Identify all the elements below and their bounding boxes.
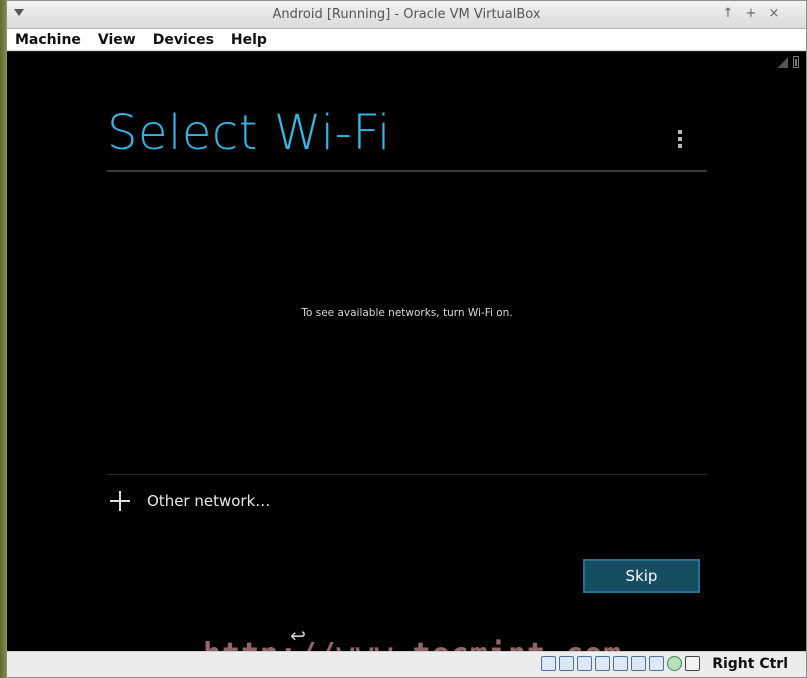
menu-machine[interactable]: Machine (15, 32, 81, 48)
title-bar: Android [Running] - Oracle VM VirtualBox… (7, 1, 806, 29)
other-network-label: Other network… (147, 492, 271, 510)
mouse-integration-icon[interactable] (649, 656, 664, 671)
network-icon[interactable] (577, 656, 592, 671)
maximize-button[interactable]: + (744, 6, 758, 21)
android-screen: Select Wi-Fi To see available networks, … (7, 52, 806, 653)
other-network-row[interactable]: Other network… (107, 487, 707, 515)
close-button[interactable]: × (767, 6, 781, 21)
menu-devices[interactable]: Devices (153, 32, 214, 48)
vm-status-bar: Right Ctrl (7, 651, 806, 677)
menu-view[interactable]: View (98, 32, 136, 48)
window-title: Android [Running] - Oracle VM VirtualBox (272, 7, 541, 22)
signal-icon (777, 57, 788, 68)
hard-disk-icon[interactable] (541, 656, 556, 671)
virtualization-icon[interactable] (667, 656, 682, 671)
battery-icon (793, 56, 799, 68)
video-capture-icon[interactable] (631, 656, 646, 671)
overflow-menu-icon[interactable] (678, 130, 683, 148)
keep-above-button[interactable]: ↑ (721, 6, 735, 21)
optical-drive-icon[interactable] (559, 656, 574, 671)
virtualbox-window: Android [Running] - Oracle VM VirtualBox… (6, 0, 807, 678)
host-key-label: Right Ctrl (712, 656, 788, 672)
shared-folder-icon[interactable] (613, 656, 628, 671)
usb-icon[interactable] (595, 656, 610, 671)
page-title: Select Wi-Fi (107, 105, 391, 161)
wifi-off-hint: To see available networks, turn Wi-Fi on… (301, 307, 513, 319)
device-indicators (541, 656, 700, 671)
title-divider (107, 170, 707, 172)
plus-icon (109, 490, 131, 512)
skip-button[interactable]: Skip (583, 559, 700, 593)
android-status-icons (777, 56, 799, 68)
host-key-arrow-icon (685, 656, 700, 671)
menu-help[interactable]: Help (231, 32, 267, 48)
list-divider (107, 474, 707, 475)
menu-bar: Machine View Devices Help (7, 29, 806, 51)
